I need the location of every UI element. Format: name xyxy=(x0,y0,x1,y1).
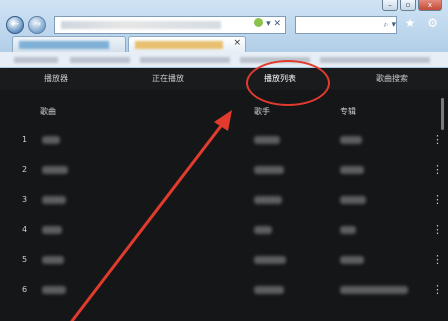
back-button[interactable]: ← xyxy=(6,16,24,34)
song-title-redacted xyxy=(42,256,64,264)
table-row[interactable]: 4 ⋮ xyxy=(0,216,443,246)
song-title-redacted xyxy=(42,226,62,234)
song-title-redacted xyxy=(42,136,60,144)
column-header-song[interactable]: 歌曲 xyxy=(40,106,56,117)
table-row[interactable]: 5 ⋮ xyxy=(0,246,443,276)
row-number: 3 xyxy=(22,195,28,204)
more-options-icon[interactable]: ⋮ xyxy=(432,222,443,238)
row-number: 2 xyxy=(22,165,28,174)
row-number: 1 xyxy=(22,135,28,144)
favorite-redacted[interactable] xyxy=(320,57,430,63)
table-row[interactable]: 3 ⋮ xyxy=(0,186,443,216)
favorite-redacted[interactable] xyxy=(14,57,58,63)
song-title-redacted xyxy=(42,286,66,294)
more-options-icon[interactable]: ⋮ xyxy=(432,192,443,208)
row-number: 4 xyxy=(22,225,28,234)
scrollbar[interactable] xyxy=(441,98,444,130)
browser-search-box[interactable]: ⌕ ▾ xyxy=(295,16,397,34)
site-status-icon xyxy=(254,18,264,27)
address-icons: ▾ ✕ xyxy=(254,18,281,29)
nav-now-playing[interactable]: 正在播放 xyxy=(112,68,224,90)
artist-redacted xyxy=(254,136,280,144)
artist-redacted xyxy=(254,166,284,174)
browser-tab-inactive[interactable] xyxy=(12,36,126,52)
row-number: 6 xyxy=(22,285,28,294)
nav-song-search[interactable]: 歌曲搜索 xyxy=(336,68,448,90)
address-bar[interactable]: ▾ ✕ xyxy=(54,16,286,34)
more-options-icon[interactable]: ⋮ xyxy=(432,282,443,298)
artist-redacted xyxy=(254,196,282,204)
favorites-bar xyxy=(0,52,448,67)
browser-tab-active[interactable]: × xyxy=(128,36,246,52)
tab-title-redacted xyxy=(135,41,223,49)
close-window-button[interactable]: x xyxy=(418,0,442,11)
browser-tool-icons[interactable]: ⌂ ★ ⚙ xyxy=(385,16,442,30)
album-redacted xyxy=(340,226,356,234)
nav-playlist[interactable]: 播放列表 xyxy=(224,68,336,90)
row-number: 5 xyxy=(22,255,28,264)
album-redacted xyxy=(340,136,362,144)
app-navigation: 播放器 正在播放 播放列表 歌曲搜索 xyxy=(0,68,448,90)
table-row[interactable]: 1 ⋮ xyxy=(0,126,443,156)
artist-redacted xyxy=(254,286,284,294)
tab-title-redacted xyxy=(19,41,109,49)
nav-player[interactable]: 播放器 xyxy=(0,68,112,90)
tab-close-icon[interactable]: × xyxy=(233,38,241,48)
browser-chrome: – ▫ x ← → ▾ ✕ ⌕ ▾ ⌂ ★ ⚙ × xyxy=(0,0,448,69)
favorite-redacted[interactable] xyxy=(240,57,310,63)
song-title-redacted xyxy=(42,196,66,204)
forward-button[interactable]: → xyxy=(28,16,46,34)
album-redacted xyxy=(340,166,364,174)
column-header-album[interactable]: 专辑 xyxy=(340,106,356,117)
column-header-artist[interactable]: 歌手 xyxy=(254,106,270,117)
song-title-redacted xyxy=(42,166,68,174)
album-redacted xyxy=(340,196,366,204)
maximize-button[interactable]: ▫ xyxy=(400,0,416,11)
artist-redacted xyxy=(254,226,272,234)
favorite-redacted[interactable] xyxy=(140,57,230,63)
refresh-stop-icons[interactable]: ▾ ✕ xyxy=(266,19,281,29)
table-row[interactable]: 2 ⋮ xyxy=(0,156,443,186)
album-redacted xyxy=(340,256,364,264)
minimize-button[interactable]: – xyxy=(382,0,398,11)
artist-redacted xyxy=(254,256,286,264)
table-header: 歌曲 歌手 专辑 xyxy=(0,98,448,124)
window-controls: – ▫ x xyxy=(382,0,442,12)
address-url-redacted xyxy=(61,21,221,29)
album-redacted xyxy=(340,286,408,294)
more-options-icon[interactable]: ⋮ xyxy=(432,252,443,268)
table-row[interactable]: 6 ⋮ xyxy=(0,276,443,306)
more-options-icon[interactable]: ⋮ xyxy=(432,162,443,178)
favorite-redacted[interactable] xyxy=(70,57,130,63)
more-options-icon[interactable]: ⋮ xyxy=(432,132,443,148)
